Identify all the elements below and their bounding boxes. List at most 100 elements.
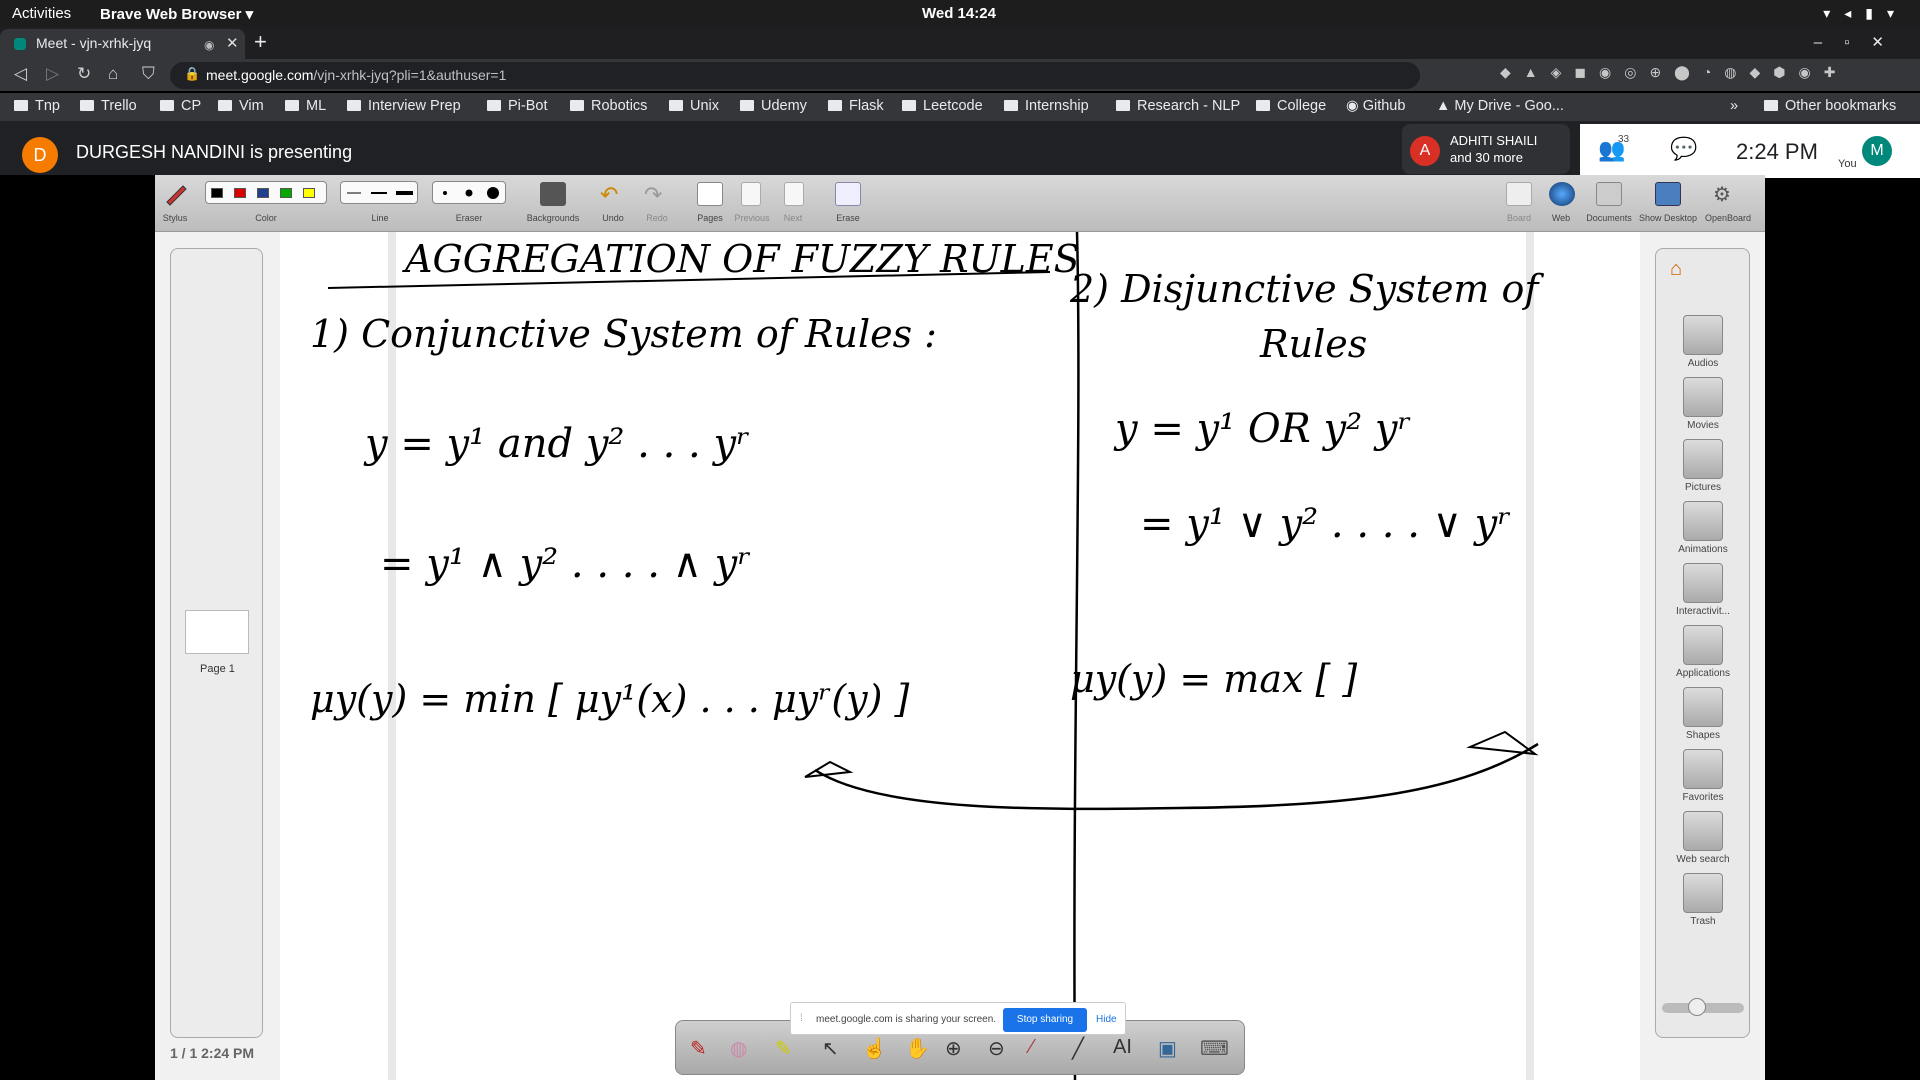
tool-label: Web [1551,213,1571,223]
bookmark-item[interactable]: Other bookmarks [1764,98,1896,114]
zoom-in-icon[interactable]: ⊕ [945,1036,962,1061]
extension-icons[interactable]: ◆▲◈◼◉◎⊕⬤◔◍◆⬢◉✚ [1500,64,1848,81]
right-equation-3: μy(y) = max [ ] [1070,657,1357,701]
bookmark-item[interactable]: College [1256,98,1326,114]
chat-icon[interactable]: 💬 [1670,136,1697,162]
home-library-icon[interactable]: ⌂ [1670,258,1682,281]
library-audios[interactable]: Audios [1662,315,1744,369]
more-bookmarks-icon[interactable]: » [1730,98,1738,114]
selector-icon[interactable]: ↖ [822,1036,839,1061]
library-shapes[interactable]: Shapes [1662,687,1744,741]
close-tab-icon[interactable]: ✕ [226,34,239,52]
self-avatar[interactable]: M [1862,136,1892,166]
line-tool-icon[interactable]: ╱ [1072,1036,1084,1061]
bookmark-item[interactable]: Interview Prep [347,98,461,114]
forward-icon[interactable]: ▷ [46,64,59,84]
library-favorites[interactable]: Favorites [1662,749,1744,803]
bookmark-item[interactable]: ML [285,98,326,114]
library-animations[interactable]: Animations [1662,501,1744,555]
stop-sharing-button[interactable]: Stop sharing [1003,1008,1087,1032]
show-desktop-icon[interactable] [1655,182,1681,206]
documents-icon[interactable] [1596,182,1622,206]
bookmark-item[interactable]: CP [160,98,201,114]
interact-icon[interactable]: ☝ [862,1036,887,1061]
bookmark-item[interactable]: Trello [80,98,137,114]
bookmark-item[interactable]: Tnp [14,98,60,114]
bookmark-item[interactable]: Flask [828,98,884,114]
activities-button[interactable]: Activities [12,5,71,22]
bookmark-item[interactable]: Leetcode [902,98,983,114]
lock-icon: 🔒 [184,66,201,81]
capture-icon[interactable]: ▣ [1158,1036,1177,1061]
line-width-picker[interactable] [340,181,418,204]
tab-strip: Meet - vjn-xrhk-jyq ◉ ✕ [0,27,1920,59]
library-applications[interactable]: Applications [1662,625,1744,679]
openboard-settings-icon[interactable]: ⚙ [1713,182,1739,206]
bookmark-item[interactable]: Robotics [570,98,647,114]
system-tray-icons[interactable]: ▾◂▮▾ [1823,5,1908,22]
erase-page-icon[interactable] [835,182,861,206]
tool-label: Show Desktop [1638,213,1698,223]
color-swatch[interactable] [303,188,315,198]
eraser-icon[interactable]: ◍ [730,1036,747,1061]
add-page-icon[interactable] [697,182,723,206]
text-tool-icon[interactable]: AI [1113,1036,1132,1059]
bookmark-item[interactable]: Udemy [740,98,807,114]
marker-icon[interactable]: ✎ [775,1036,792,1061]
keyboard-icon[interactable]: ⌨ [1200,1036,1229,1061]
window-controls[interactable]: –▫✕ [1814,33,1906,51]
system-clock[interactable]: Wed 14:24 [922,5,1002,22]
reload-icon[interactable]: ↻ [77,64,91,84]
bookmark-item[interactable]: Vim [218,98,264,114]
library-interactivities[interactable]: Interactivit... [1662,563,1744,617]
color-swatch[interactable] [234,188,246,198]
bookmark-item[interactable]: Pi-Bot [487,98,548,114]
bookmark-item[interactable]: ◉ Github [1346,98,1405,114]
library-movies[interactable]: Movies [1662,377,1744,431]
zoom-out-icon[interactable]: ⊖ [988,1036,1005,1061]
browser-tab[interactable]: Meet - vjn-xrhk-jyq ◉ ✕ [0,29,245,59]
redo-icon[interactable]: ↷ [644,182,670,207]
page-thumbnail[interactable] [185,610,249,654]
bookmark-icon[interactable]: ⛉ [142,64,155,84]
color-swatch[interactable] [280,188,292,198]
web-icon[interactable] [1549,182,1575,206]
tool-label: Pages [697,213,723,223]
url-path: /vjn-xrhk-jyq?pli=1&authuser=1 [313,67,507,83]
backgrounds-icon[interactable] [540,182,566,206]
folder-icon [1116,100,1130,111]
bookmark-item[interactable]: Research - NLP [1116,98,1240,114]
color-swatch[interactable] [257,188,269,198]
bookmark-item[interactable]: Unix [669,98,719,114]
board-icon[interactable] [1506,182,1532,206]
folder-icon [1256,100,1270,111]
app-menu[interactable]: Brave Web Browser ▾ [100,5,253,23]
folder-icon [828,100,842,111]
hide-banner-button[interactable]: Hide [1096,1014,1117,1025]
hand-icon[interactable]: ✋ [905,1036,930,1061]
zoom-slider-handle[interactable] [1688,998,1706,1016]
page-label: Page 1 [200,663,235,675]
previous-page-icon[interactable] [741,182,761,206]
bookmark-item[interactable]: ▲ My Drive - Goo... [1436,98,1564,114]
back-icon[interactable]: ◁ [14,64,27,84]
folder-icon [1004,100,1018,111]
library-web-search[interactable]: Web search [1662,811,1744,865]
right-heading-2: Rules [1259,322,1367,366]
left-heading: 1) Conjunctive System of Rules : [310,312,937,356]
library-pictures[interactable]: Pictures [1662,439,1744,493]
eraser-size-picker[interactable] [432,181,506,204]
color-swatch[interactable] [211,188,223,198]
new-tab-icon[interactable]: + [254,29,267,55]
next-page-icon[interactable] [784,182,804,206]
bookmark-item[interactable]: Internship [1004,98,1089,114]
drag-handle-icon[interactable]: ⁞ [800,1013,803,1024]
undo-icon[interactable]: ↶ [600,182,626,207]
library-trash[interactable]: Trash [1662,873,1744,927]
color-picker[interactable] [205,181,327,204]
home-icon[interactable]: ⌂ [108,64,118,84]
address-bar[interactable]: 🔒 meet.google.com/vjn-xrhk-jyq?pli=1&aut… [170,62,1420,89]
stylus-icon[interactable] [163,182,189,206]
laser-pointer-icon[interactable]: ⁄ [1030,1036,1033,1059]
pen-icon[interactable]: ✎ [690,1036,707,1061]
